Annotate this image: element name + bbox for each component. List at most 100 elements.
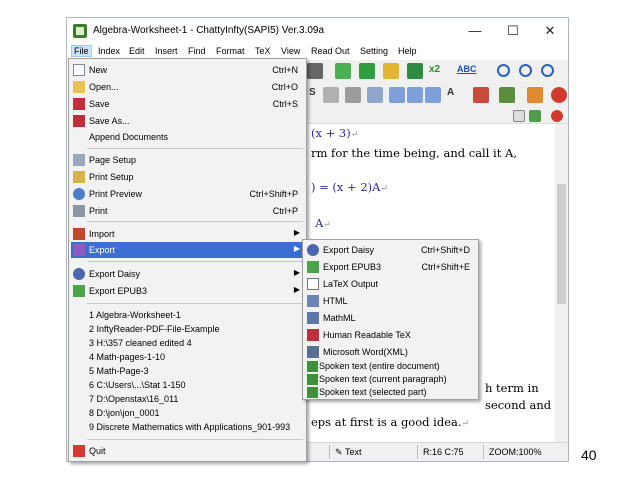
- arrow-right-icon[interactable]: [407, 63, 423, 79]
- menu-help[interactable]: Help: [398, 46, 417, 56]
- print-setup-icon: [73, 171, 85, 183]
- spell-check-icon[interactable]: ABC: [457, 64, 477, 74]
- doc-line: (x + 3)↵: [311, 126, 359, 140]
- recent-file-9[interactable]: 9 Discrete Mathematics with Applications…: [71, 419, 304, 435]
- minimize-button[interactable]: —: [459, 21, 491, 41]
- zoom-fit-icon[interactable]: [519, 64, 532, 77]
- menu-view[interactable]: View: [281, 46, 300, 56]
- menu-item-save[interactable]: Save Ctrl+S: [71, 96, 304, 112]
- status-separator: [417, 445, 418, 459]
- menu-edit[interactable]: Edit: [129, 46, 145, 56]
- menu-find[interactable]: Find: [188, 46, 206, 56]
- file-menu: New Ctrl+N Open... Ctrl+O Save Ctrl+S Sa…: [68, 58, 307, 462]
- align-left-icon[interactable]: [389, 87, 405, 103]
- submenu-item-export-daisy[interactable]: Export Daisy Ctrl+Shift+D: [305, 242, 476, 258]
- zoom-out-icon[interactable]: [541, 64, 554, 77]
- daisy-icon: [73, 268, 85, 280]
- menu-index[interactable]: Index: [98, 46, 120, 56]
- font-color-icon[interactable]: [473, 87, 489, 103]
- status-zoom: ZOOM:100%: [489, 447, 542, 457]
- import-icon: [73, 228, 85, 240]
- print-preview-icon: [73, 188, 85, 200]
- status-separator: [483, 445, 484, 459]
- h-mark-icon[interactable]: [359, 63, 375, 79]
- menu-read-out[interactable]: Read Out: [311, 46, 350, 56]
- pencil-icon: ✎: [335, 447, 343, 457]
- speech-icon: [307, 361, 318, 372]
- submenu-item-html[interactable]: HTML: [305, 293, 476, 309]
- menu-item-quit[interactable]: Quit: [71, 443, 304, 459]
- menu-item-export-daisy[interactable]: Export Daisy ▶: [71, 266, 304, 282]
- align-center-icon[interactable]: [407, 87, 423, 103]
- vertical-scrollbar[interactable]: [555, 124, 568, 442]
- menu-format[interactable]: Format: [216, 46, 245, 56]
- paren-icon[interactable]: [367, 87, 383, 103]
- epub-icon: [307, 261, 319, 273]
- menu-item-print-setup[interactable]: Print Setup: [71, 169, 304, 185]
- submenu-item-spoken-selected[interactable]: Spoken text (selected part): [305, 386, 476, 399]
- status-mode: Text: [345, 447, 362, 457]
- title-bar[interactable]: Algebra-Worksheet-1 - ChattyInfty(SAPI5)…: [67, 18, 568, 44]
- speech-icon: [307, 374, 318, 385]
- submenu-arrow-icon: ▶: [293, 285, 300, 294]
- menu-file[interactable]: File: [71, 45, 92, 57]
- strike-icon[interactable]: S: [309, 87, 316, 98]
- menu-item-new[interactable]: New Ctrl+N: [71, 62, 304, 78]
- green-mark-icon[interactable]: [335, 63, 351, 79]
- menu-insert[interactable]: Insert: [155, 46, 178, 56]
- submenu-item-latex-output[interactable]: LaTeX Output: [305, 276, 476, 292]
- zoom-in-icon[interactable]: [497, 64, 510, 77]
- bg-color-icon[interactable]: [499, 87, 515, 103]
- marker-icon[interactable]: [527, 87, 543, 103]
- html-icon: [307, 295, 319, 307]
- menu-item-open[interactable]: Open... Ctrl+O: [71, 79, 304, 95]
- align-right-icon[interactable]: [425, 87, 441, 103]
- menu-item-page-setup[interactable]: Page Setup: [71, 152, 304, 168]
- menu-item-save-as[interactable]: Save As...: [71, 113, 304, 129]
- submenu-item-microsoft-word[interactable]: Microsoft Word(XML): [305, 344, 476, 360]
- open-folder-icon: [73, 81, 85, 93]
- daisy-icon: [307, 244, 319, 256]
- menu-separator: [87, 261, 303, 262]
- toolbar: x2 ABC S A: [307, 60, 568, 110]
- mathml-icon: [307, 312, 319, 324]
- secondary-bar: [307, 110, 568, 124]
- font-icon[interactable]: [345, 87, 361, 103]
- menu-tex[interactable]: TeX: [255, 46, 271, 56]
- submenu-item-mathml[interactable]: MathML: [305, 310, 476, 326]
- submenu-item-human-readable-tex[interactable]: Human Readable TeX: [305, 327, 476, 343]
- menu-item-import[interactable]: Import ▶: [71, 226, 304, 242]
- menu-item-export-epub3[interactable]: Export EPUB3 ▶: [71, 283, 304, 299]
- menu-item-print[interactable]: Print Ctrl+P: [71, 203, 304, 219]
- menu-setting[interactable]: Setting: [360, 46, 388, 56]
- doc-line: A↵: [315, 216, 331, 230]
- menu-item-print-preview[interactable]: Print Preview Ctrl+Shift+P: [71, 186, 304, 202]
- x2-icon[interactable]: x2: [429, 64, 440, 75]
- epub-icon: [73, 285, 85, 297]
- pane-options-icon[interactable]: [529, 110, 541, 122]
- highlight-icon[interactable]: [383, 63, 399, 79]
- scroll-thumb[interactable]: [557, 184, 566, 304]
- submenu-item-spoken-entire[interactable]: Spoken text (entire document): [305, 360, 476, 373]
- submenu-item-export-epub3[interactable]: Export EPUB3 Ctrl+Shift+E: [305, 259, 476, 275]
- stop-icon[interactable]: [551, 87, 567, 103]
- menu-item-export[interactable]: Export ▶: [71, 242, 304, 258]
- format-icon[interactable]: [323, 87, 339, 103]
- submenu-item-spoken-paragraph[interactable]: Spoken text (current paragraph): [305, 373, 476, 386]
- export-submenu: Export Daisy Ctrl+Shift+D Export EPUB3 C…: [302, 239, 479, 400]
- close-button[interactable]: ✕: [534, 21, 566, 41]
- save-icon: [73, 98, 85, 110]
- doc-line: h term in: [485, 381, 539, 395]
- close-pane-icon[interactable]: [513, 110, 525, 122]
- text-size-icon[interactable]: A: [447, 87, 454, 98]
- status-separator: [329, 445, 330, 459]
- status-position: R:16 C:75: [423, 447, 464, 457]
- word-icon: [307, 346, 319, 358]
- undo-icon[interactable]: [307, 63, 323, 79]
- maximize-button[interactable]: ☐: [497, 21, 529, 41]
- record-icon[interactable]: [551, 110, 563, 122]
- doc-line: rm for the time being, and call it A,: [311, 146, 517, 160]
- menu-item-append-documents[interactable]: Append Documents: [71, 129, 304, 145]
- menu-separator: [87, 221, 303, 222]
- print-icon: [73, 205, 85, 217]
